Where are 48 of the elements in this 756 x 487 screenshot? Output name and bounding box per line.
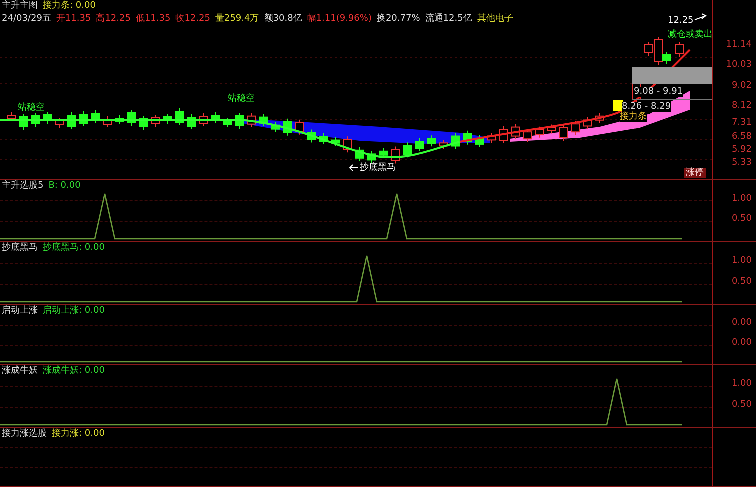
quote-field: 流通12.5亿 [425, 14, 472, 24]
axis-label: 8.12 [732, 101, 752, 111]
axis-label: 0.50 [732, 214, 752, 224]
indicator-value: B: 0.00 [48, 181, 81, 191]
limit-up-tag: 涨停 [684, 168, 706, 178]
quote-field: 开11.35 [56, 14, 92, 24]
axis-label: 0.00 [732, 318, 752, 328]
axis-label: 9.02 [732, 81, 752, 91]
chart-label: 8.26 - 8.29 [622, 102, 672, 112]
quote-field: 低11.35 [136, 14, 171, 24]
axis-label: 1.00 [732, 256, 752, 266]
axis-label: 10.03 [726, 60, 752, 70]
axis-label: 0.50 [732, 276, 752, 287]
chart-label: 站稳空 [18, 103, 45, 113]
indicator-value: 接力条: 0.00 [43, 1, 96, 11]
indicator-value: 抄底黑马: 0.00 [43, 243, 105, 253]
chart-label: 抄底黑马 [360, 163, 396, 173]
axis-label: 6.58 [732, 132, 752, 142]
quote-field: 24/03/29五 [2, 14, 52, 24]
indicator-title: 抄底黑马 [2, 243, 38, 253]
chart-label: 站稳空 [228, 94, 255, 104]
quote-field: 高12.25 [96, 14, 131, 24]
indicator-value: 涨成牛妖: 0.00 [43, 366, 105, 376]
indicator-title: 接力涨选股 [2, 429, 47, 439]
axis-label: 1.00 [732, 194, 752, 204]
indicator-title: 启动上涨 [2, 306, 38, 316]
chart-label: 12.25 [668, 16, 694, 26]
chart-label: 减仓或卖出 [668, 30, 713, 40]
quote-field: 额30.8亿 [264, 14, 302, 24]
quote-field: 量259.4万 [215, 14, 260, 24]
quote-field: 换20.77% [376, 14, 420, 24]
axis-label: 1.00 [732, 378, 752, 389]
quote-field: 收12.25 [176, 14, 210, 24]
quote-field: 幅1.11(9.96%) [307, 14, 372, 24]
axis-label: 0.50 [732, 400, 752, 410]
axis-label: 11.14 [726, 40, 752, 50]
axis-label: 7.31 [732, 118, 752, 128]
axis-label: 0.00 [732, 338, 752, 348]
axis-label: 5.92 [732, 145, 752, 155]
chart-label: 9.08 - 9.91 [634, 87, 684, 97]
indicator-value: 接力涨: 0.00 [52, 429, 105, 439]
indicator-value: 启动上涨: 0.00 [43, 306, 105, 316]
indicator-title: 主升主图 [2, 1, 38, 11]
axis-label: 5.33 [732, 158, 752, 168]
indicator-title: 主升选股5 [2, 181, 44, 191]
indicator-title: 涨成牛妖 [2, 366, 38, 376]
chart-label: 接力条 [620, 112, 647, 122]
quote-field: 其他电子 [477, 14, 514, 24]
